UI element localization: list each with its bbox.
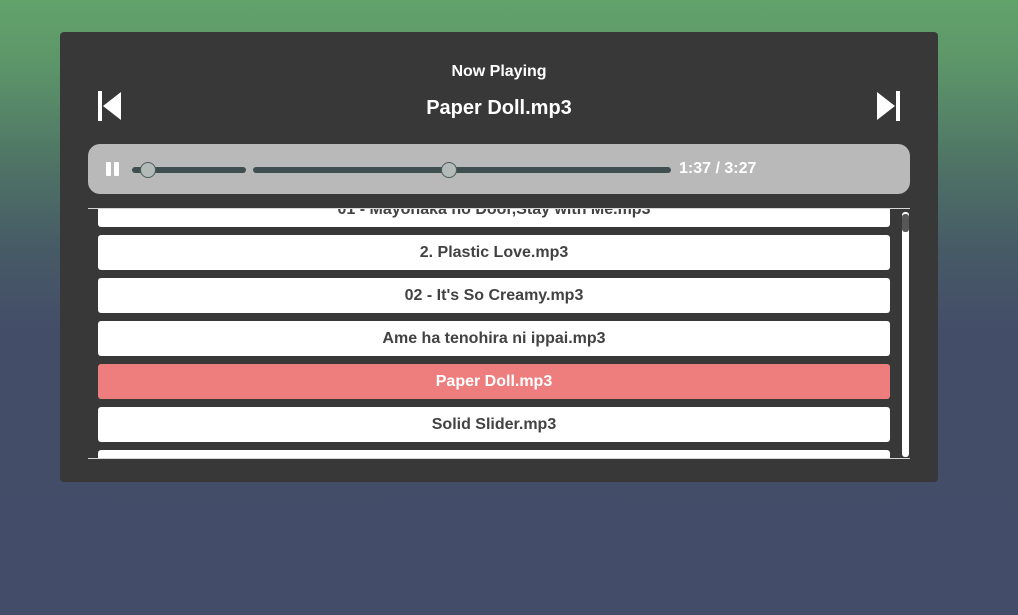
playlist-scrollbar-thumb[interactable]: [902, 214, 909, 232]
track-title: Paper Doll.mp3: [426, 97, 572, 119]
playlist-item[interactable]: 02 - It's So Creamy.mp3: [98, 278, 890, 313]
seek-slider-thumb[interactable]: [441, 162, 458, 178]
volume-slider-thumb[interactable]: [139, 162, 156, 178]
now-playing-label: Now Playing: [451, 63, 547, 80]
playlist-scrollbar[interactable]: [902, 212, 909, 457]
skip-next-icon[interactable]: [876, 91, 900, 121]
volume-slider[interactable]: [132, 162, 246, 178]
skip-previous-icon[interactable]: [98, 91, 122, 121]
playlist-item[interactable]: Ame ha tenohira ni ippai.mp3: [98, 321, 890, 356]
playlist-item[interactable]: Solid Slider.mp3: [98, 407, 890, 442]
playback-controls: 1:37 / 3:27: [88, 144, 910, 194]
playlist-item[interactable]: [98, 450, 890, 458]
playlist-item[interactable]: Paper Doll.mp3: [98, 364, 890, 399]
time-display: 1:37 / 3:27: [679, 160, 757, 177]
music-player: Now Playing Paper Doll.mp3 1:37 / 3:27 0…: [60, 32, 938, 482]
playlist[interactable]: 01 - Mayonaka no Door,Stay with Me.mp3 2…: [88, 208, 910, 459]
playlist-item[interactable]: 2. Plastic Love.mp3: [98, 235, 890, 270]
seek-slider[interactable]: [253, 162, 671, 178]
pause-icon[interactable]: [106, 162, 120, 176]
playlist-item[interactable]: 01 - Mayonaka no Door,Stay with Me.mp3: [98, 209, 890, 227]
